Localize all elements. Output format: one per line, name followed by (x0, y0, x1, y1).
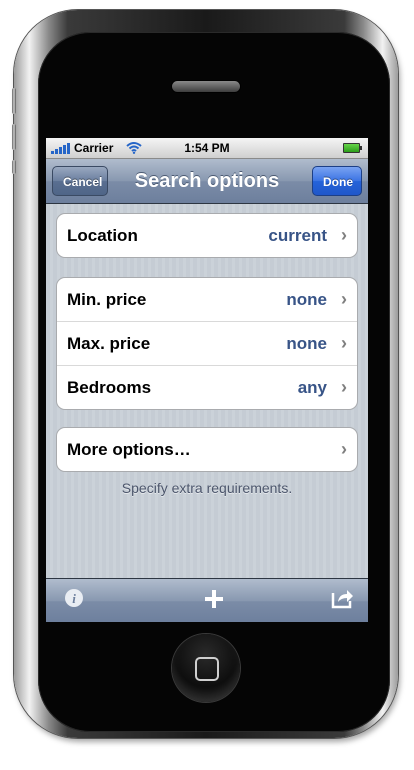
home-square-icon (195, 657, 219, 681)
row-value: any (297, 378, 327, 397)
footer-note: Specify extra requirements. (121, 480, 293, 496)
status-bar: Carrier 1:54 PM (46, 138, 368, 159)
volume-down-button (12, 124, 16, 150)
share-icon[interactable] (330, 579, 354, 622)
location-row[interactable]: Location current › (57, 214, 357, 257)
row-label: More options… (67, 440, 191, 459)
filters-group: Min. price none › Max. price none › Bedr… (56, 277, 358, 410)
earpiece-speaker (172, 81, 240, 92)
row-value: none (286, 290, 327, 309)
svg-text:i: i (72, 591, 76, 606)
location-group: Location current › (56, 213, 358, 258)
more-options-row[interactable]: More options… › (57, 428, 357, 471)
screen: Carrier 1:54 PM Cancel Search options Do… (46, 138, 368, 622)
row-label: Bedrooms (67, 378, 152, 397)
chevron-right-icon: › (341, 289, 347, 309)
row-value: current (268, 226, 327, 245)
row-label: Min. price (67, 290, 147, 309)
bedrooms-row[interactable]: Bedrooms any › (57, 366, 357, 409)
volume-up-button (12, 88, 16, 114)
done-button[interactable]: Done (312, 166, 362, 196)
bottom-toolbar: i (46, 578, 368, 622)
chevron-right-icon: › (341, 377, 347, 397)
chevron-right-icon: › (341, 439, 347, 459)
navigation-bar: Cancel Search options Done (46, 159, 368, 204)
status-time: 1:54 PM (184, 141, 230, 155)
min-price-row[interactable]: Min. price none › (57, 278, 357, 322)
home-button[interactable] (172, 634, 240, 702)
info-icon[interactable]: i (64, 579, 84, 622)
add-icon[interactable] (203, 579, 225, 622)
row-value: none (286, 334, 327, 353)
battery-icon (343, 143, 362, 153)
chevron-right-icon: › (341, 225, 347, 245)
row-label: Location (67, 226, 138, 245)
more-options-group: More options… › (56, 427, 358, 472)
chevron-right-icon: › (341, 333, 347, 353)
ring-switch (12, 160, 16, 174)
row-label: Max. price (67, 334, 151, 353)
max-price-row[interactable]: Max. price none › (57, 322, 357, 366)
